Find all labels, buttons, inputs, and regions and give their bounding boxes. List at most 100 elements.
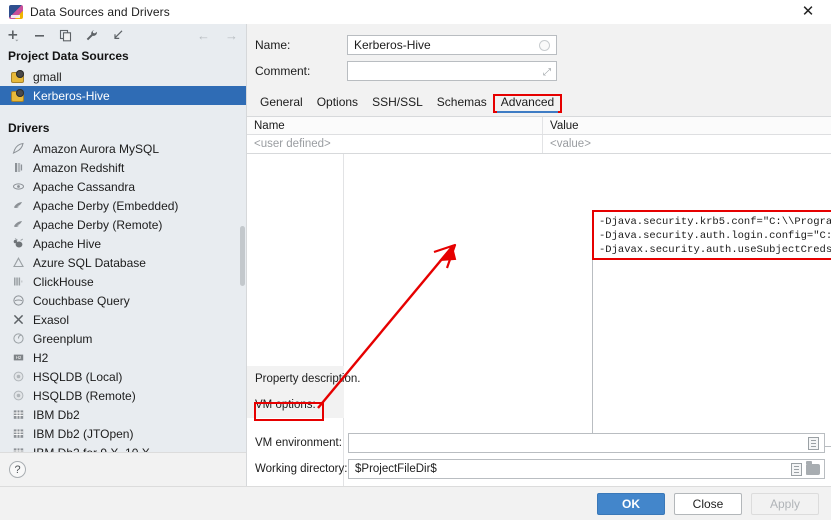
driver-label: Apache Hive	[33, 236, 102, 251]
name-field-row: Name: Kerberos-Hive	[247, 32, 831, 58]
hsqldb-icon	[10, 388, 26, 403]
driver-item[interactable]: Amazon Aurora MySQL	[0, 139, 246, 158]
driver-item[interactable]: Greenplum	[0, 329, 246, 348]
working-directory-value: $ProjectFileDir$	[355, 463, 437, 475]
driver-item[interactable]: IBM Db2 for 9.X, 10.X	[0, 443, 246, 452]
expand-icon[interactable]: ⤢	[543, 67, 551, 78]
greenplum-icon	[10, 331, 26, 346]
driver-label: Apache Derby (Remote)	[33, 217, 163, 232]
tab-options[interactable]: Options	[310, 95, 365, 112]
data-source-label: gmall	[33, 69, 62, 84]
import-icon[interactable]	[110, 28, 125, 43]
vm-options-label-wrap: VM options:	[247, 392, 344, 421]
status-circle-icon	[539, 40, 550, 51]
cell-value[interactable]: <value>	[543, 135, 831, 153]
help-button[interactable]: ?	[9, 461, 26, 478]
drivers-header: Drivers	[8, 121, 50, 135]
window-title: Data Sources and Drivers	[30, 4, 170, 19]
vm-options-textarea[interactable]: -Djava.security.krb5.conf="C:\\ProgramDa…	[592, 210, 831, 447]
driver-label: Apache Cassandra	[33, 179, 136, 194]
data-source-item-gmall[interactable]: gmall	[0, 67, 246, 86]
driver-label: Exasol	[33, 312, 70, 327]
cell-name[interactable]: <user defined>	[247, 135, 543, 153]
driver-label: Couchbase Query	[33, 293, 130, 308]
driver-label: IBM Db2	[33, 407, 80, 422]
driver-item[interactable]: Exasol	[0, 310, 246, 329]
driver-label: Amazon Aurora MySQL	[33, 141, 160, 156]
driver-label: HSQLDB (Remote)	[33, 388, 136, 403]
lower-label-column: Property description. VM options:	[247, 366, 360, 421]
eye-icon	[10, 179, 26, 194]
couchbase-icon	[10, 293, 26, 308]
driver-item[interactable]: IBM Db2	[0, 405, 246, 424]
document-icon[interactable]	[789, 462, 803, 477]
name-label: Name:	[255, 38, 291, 52]
derby-icon	[10, 198, 26, 213]
tab-ssh-ssl[interactable]: SSH/SSL	[365, 95, 430, 112]
driver-item[interactable]: IBM Db2 (JTOpen)	[0, 424, 246, 443]
right-panel: Name: Kerberos-Hive Comment: ⤢ General O…	[246, 24, 831, 486]
exasol-x-icon	[10, 312, 26, 327]
derby-icon	[10, 217, 26, 232]
driver-item[interactable]: Azure SQL Database	[0, 253, 246, 272]
comment-field-row: Comment: ⤢	[247, 58, 831, 84]
folder-icon[interactable]	[806, 460, 820, 477]
document-icon[interactable]	[806, 436, 820, 451]
tab-general[interactable]: General	[253, 95, 310, 112]
apply-button[interactable]: Apply	[751, 492, 819, 515]
table-row[interactable]: <user defined> <value>	[247, 135, 831, 153]
close-icon[interactable]: ✕	[791, 0, 825, 24]
table-header-row: Name Value	[247, 117, 831, 135]
h2-icon: H2	[10, 350, 26, 365]
data-source-icon	[10, 69, 26, 84]
driver-item[interactable]: Amazon Redshift	[0, 158, 246, 177]
remove-icon[interactable]	[32, 28, 47, 43]
add-icon[interactable]	[6, 28, 21, 43]
driver-item[interactable]: HSQLDB (Remote)	[0, 386, 246, 405]
driver-item[interactable]: Apache Derby (Embedded)	[0, 196, 246, 215]
back-icon[interactable]: ←	[195, 28, 212, 43]
driver-item[interactable]: Couchbase Query	[0, 291, 246, 310]
close-button[interactable]: Close	[674, 492, 742, 515]
comment-label: Comment:	[255, 64, 311, 78]
ok-button[interactable]: OK	[597, 492, 665, 515]
column-header-name: Name	[247, 117, 543, 134]
dialog-body: ← → Project Data Sources gmall Kerberos-…	[0, 24, 831, 486]
vm-environment-input[interactable]	[348, 433, 825, 453]
driver-item[interactable]: HSQLDB (Local)	[0, 367, 246, 386]
data-source-item-kerberos-hive[interactable]: Kerberos-Hive	[0, 86, 246, 105]
dialog-footer: OK Close Apply	[0, 486, 831, 520]
forward-icon[interactable]: →	[223, 28, 240, 43]
db2-icon	[10, 426, 26, 441]
driver-item[interactable]: Apache Hive	[0, 234, 246, 253]
comment-input[interactable]: ⤢	[347, 61, 557, 81]
driver-label: Apache Derby (Embedded)	[33, 198, 179, 213]
copy-icon[interactable]	[58, 28, 73, 43]
wrench-icon[interactable]	[84, 28, 99, 43]
driver-label: Greenplum	[33, 331, 93, 346]
hsqldb-icon	[10, 369, 26, 384]
svg-text:H2: H2	[15, 355, 21, 360]
properties-table: Name Value <user defined> <value>	[247, 116, 831, 154]
driver-item[interactable]: ClickHouse	[0, 272, 246, 291]
driver-item[interactable]: Apache Derby (Remote)	[0, 215, 246, 234]
left-scroll-area: Project Data Sources gmall Kerberos-Hive…	[0, 46, 246, 452]
driver-item[interactable]: Apache Cassandra	[0, 177, 246, 196]
left-scrollbar[interactable]	[239, 46, 246, 452]
data-sources-and-drivers-dialog: Data Sources and Drivers ✕ ← → Project D…	[0, 0, 831, 520]
driver-item[interactable]: H2 H2	[0, 348, 246, 367]
feather-icon	[10, 141, 26, 156]
scrollbar-thumb[interactable]	[240, 226, 245, 286]
left-footer: ?	[0, 452, 246, 486]
working-directory-input[interactable]: $ProjectFileDir$	[348, 459, 825, 479]
db2-icon	[10, 407, 26, 422]
driver-label: H2	[33, 350, 49, 365]
datagrip-icon	[9, 4, 23, 19]
tab-schemas[interactable]: Schemas	[430, 95, 494, 112]
tab-advanced[interactable]: Advanced	[492, 94, 563, 113]
vm-environment-row: VM environment:	[247, 430, 831, 456]
driver-label: IBM Db2 (JTOpen)	[33, 426, 134, 441]
driver-label: HSQLDB (Local)	[33, 369, 123, 384]
name-input[interactable]: Kerberos-Hive	[347, 35, 557, 55]
name-input-value: Kerberos-Hive	[354, 38, 431, 52]
